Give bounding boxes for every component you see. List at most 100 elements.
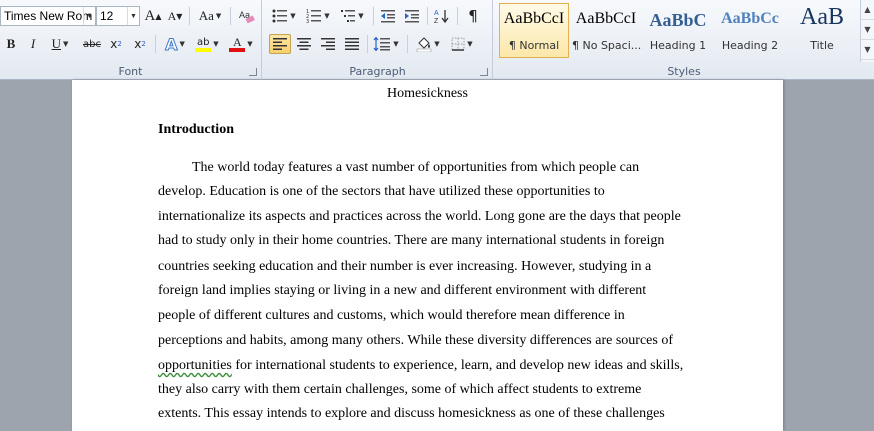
decrease-indent-icon bbox=[381, 10, 395, 23]
decrease-indent-button[interactable] bbox=[377, 6, 399, 26]
font-group: Times New Rom ▼ 12 ▼ A ▲ A ▼ Aa ▼ Aa B I… bbox=[0, 0, 262, 80]
font-size-dropdown-icon[interactable]: ▼ bbox=[127, 7, 139, 25]
borders-button[interactable]: ▼ bbox=[447, 34, 477, 54]
body-line: internationalize its aspects and practic… bbox=[158, 209, 681, 224]
font-name-combo[interactable]: Times New Rom ▼ bbox=[0, 6, 96, 26]
align-center-button[interactable] bbox=[293, 34, 315, 54]
gallery-more-icon[interactable]: ▼ bbox=[861, 40, 874, 60]
font-name-dropdown-icon[interactable]: ▼ bbox=[83, 7, 95, 25]
superscript-mark: 2 bbox=[141, 40, 146, 48]
styles-group: AaBbCcI ¶ Normal AaBbCcI ¶ No Spaci... A… bbox=[494, 0, 874, 80]
subscript-button[interactable]: x2 bbox=[106, 34, 126, 54]
multilevel-list-button[interactable]: ▼ bbox=[337, 6, 367, 26]
svg-text:Z: Z bbox=[434, 18, 439, 24]
font-size-value: 12 bbox=[100, 9, 114, 23]
align-right-icon bbox=[321, 38, 335, 50]
font-dialog-launcher[interactable] bbox=[249, 68, 257, 76]
align-left-icon bbox=[273, 38, 287, 50]
font-color-bar bbox=[229, 48, 246, 52]
ribbon: Times New Rom ▼ 12 ▼ A ▲ A ▼ Aa ▼ Aa B I… bbox=[0, 0, 874, 80]
document-area: Homesickness Introduction The world toda… bbox=[0, 80, 874, 431]
body-line: foreign land implies staying or living i… bbox=[158, 283, 647, 298]
style-heading-1-sample: AaBbC bbox=[649, 10, 707, 30]
superscript-icon: x bbox=[134, 37, 142, 51]
body-line: develop. Education is one of the sectors… bbox=[158, 184, 605, 199]
shrink-font-icon: A bbox=[167, 8, 177, 23]
justify-icon bbox=[345, 38, 359, 50]
bold-button[interactable]: B bbox=[2, 34, 20, 54]
subscript-icon: x bbox=[110, 37, 118, 51]
style-no-spacing[interactable]: AaBbCcI ¶ No Spaci... bbox=[571, 3, 641, 58]
align-left-button[interactable] bbox=[269, 34, 291, 54]
superscript-button[interactable]: x2 bbox=[130, 34, 150, 54]
style-normal-sample: AaBbCcI bbox=[503, 10, 565, 27]
style-no-spacing-name: ¶ No Spaci... bbox=[572, 39, 642, 52]
highlight-icon: ab bbox=[197, 36, 210, 48]
borders-icon bbox=[451, 37, 465, 51]
shrink-arrow-icon: ▼ bbox=[176, 11, 183, 21]
style-heading-2-sample: AaBbCc bbox=[721, 10, 779, 27]
numbering-button[interactable]: 1 2 3 ▼ bbox=[303, 6, 333, 26]
italic-icon: I bbox=[30, 36, 36, 51]
highlight-button[interactable]: ab ▼ bbox=[192, 34, 222, 54]
style-no-spacing-sample: AaBbCcI bbox=[575, 10, 637, 27]
gallery-up-icon[interactable]: ▲ bbox=[861, 0, 874, 20]
shading-bucket-icon bbox=[417, 37, 432, 52]
style-heading-2-name: Heading 2 bbox=[721, 39, 779, 52]
font-size-combo[interactable]: 12 ▼ bbox=[96, 6, 140, 26]
shrink-font-button[interactable]: A ▼ bbox=[165, 6, 185, 26]
paragraph-dialog-launcher[interactable] bbox=[480, 68, 488, 76]
strikethrough-button[interactable]: abc bbox=[80, 34, 104, 54]
text-effects-icon: A bbox=[165, 34, 178, 54]
font-group-label: Font bbox=[118, 65, 143, 78]
subscript-mark: 2 bbox=[117, 40, 122, 48]
document-page[interactable]: Homesickness Introduction The world toda… bbox=[72, 80, 783, 431]
grow-font-button[interactable]: A ▲ bbox=[143, 6, 163, 26]
body-line: perceptions and habits, among many other… bbox=[158, 333, 673, 348]
style-normal[interactable]: AaBbCcI ¶ Normal bbox=[499, 3, 569, 58]
misspelled-word[interactable]: opportunities bbox=[158, 358, 232, 373]
font-name-value: Times New Rom bbox=[4, 9, 93, 23]
body-line: extents. This essay intends to explore a… bbox=[158, 406, 665, 421]
paragraph-group: ▼ 1 2 3 ▼ ▼ A Z ¶ ▼ ▼ ▼ Paragraph bbox=[263, 0, 493, 80]
clear-formatting-icon: Aa bbox=[239, 10, 255, 24]
body-line: people of different cultures and customs… bbox=[158, 308, 625, 323]
pilcrow-icon: ¶ bbox=[468, 7, 478, 25]
justify-button[interactable] bbox=[341, 34, 363, 54]
increase-indent-button[interactable] bbox=[401, 6, 423, 26]
numbering-icon: 1 2 3 bbox=[306, 9, 322, 23]
body-line: countries seeking education and their nu… bbox=[158, 259, 652, 274]
body-line: had to study only in their home countrie… bbox=[158, 233, 665, 248]
section-heading: Introduction bbox=[158, 122, 234, 137]
style-heading-1-name: Heading 1 bbox=[649, 39, 707, 52]
align-right-button[interactable] bbox=[317, 34, 339, 54]
grow-arrow-icon: ▲ bbox=[155, 11, 162, 21]
style-heading-2[interactable]: AaBbCc Heading 2 bbox=[715, 3, 785, 58]
sort-button[interactable]: A Z bbox=[431, 6, 453, 26]
font-color-button[interactable]: A ▼ bbox=[226, 34, 256, 54]
underline-icon: U bbox=[51, 36, 61, 51]
body-line: The world today features a vast number o… bbox=[192, 160, 640, 175]
text-effects-button[interactable]: A ▼ bbox=[161, 34, 189, 54]
shading-button[interactable]: ▼ bbox=[413, 34, 443, 54]
show-formatting-button[interactable]: ¶ bbox=[463, 6, 483, 26]
multilevel-list-icon bbox=[341, 10, 356, 22]
bullets-button[interactable]: ▼ bbox=[269, 6, 299, 26]
style-heading-1[interactable]: AaBbC Heading 1 bbox=[643, 3, 713, 58]
line-spacing-icon bbox=[373, 37, 391, 51]
underline-button[interactable]: U ▼ bbox=[46, 34, 74, 54]
bold-icon: B bbox=[6, 36, 16, 51]
style-title[interactable]: AaB Title bbox=[787, 3, 857, 58]
body-line-with-misspelling: opportunities for international students… bbox=[158, 358, 683, 374]
italic-button[interactable]: I bbox=[24, 34, 42, 54]
gallery-down-icon[interactable]: ▼ bbox=[861, 20, 874, 40]
page-header: Homesickness bbox=[387, 86, 468, 101]
clear-formatting-button[interactable]: Aa bbox=[236, 6, 258, 26]
change-case-button[interactable]: Aa ▼ bbox=[196, 6, 224, 26]
strikethrough-icon: abc bbox=[83, 38, 101, 50]
styles-group-label: Styles bbox=[667, 65, 701, 78]
highlight-color-bar bbox=[195, 47, 212, 52]
styles-gallery-scroll: ▲ ▼ ▼ bbox=[860, 0, 874, 62]
line-spacing-button[interactable]: ▼ bbox=[371, 34, 401, 54]
bullets-icon bbox=[272, 9, 288, 23]
